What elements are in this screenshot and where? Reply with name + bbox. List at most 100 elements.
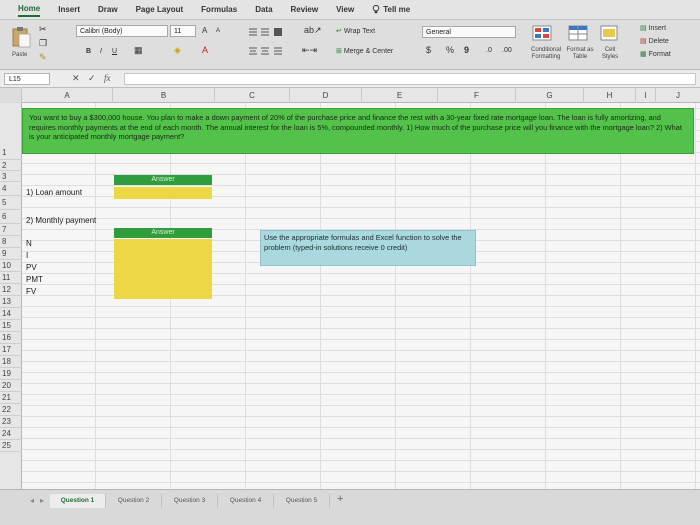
column-header-e[interactable]: E [362, 88, 438, 103]
column-header-b[interactable]: B [113, 88, 215, 103]
answer-header-1[interactable]: Answer [114, 175, 212, 185]
tab-view[interactable]: View [336, 3, 354, 16]
indent-icon[interactable]: ⇤⇥ [302, 46, 317, 55]
row-header[interactable]: 13 [0, 296, 22, 308]
tab-home[interactable]: Home [18, 2, 41, 17]
cell-grid[interactable]: You want to buy a $300,000 house. You pl… [22, 103, 700, 489]
answer-header-2[interactable]: Answer [114, 228, 212, 238]
row-header[interactable]: 17 [0, 344, 22, 356]
cut-icon[interactable]: ✂ [39, 25, 47, 34]
name-box[interactable]: L15 [4, 73, 50, 85]
row-header[interactable]: 16 [0, 332, 22, 344]
decrease-decimal-icon[interactable]: .00 [502, 46, 512, 55]
tab-data[interactable]: Data [255, 3, 272, 16]
prev-sheet-icon[interactable]: ◂ [30, 496, 34, 505]
tell-me-box[interactable]: Tell me [372, 3, 410, 16]
delete-cells-button[interactable]: ▤ Delete [640, 37, 669, 46]
answer-cell-monthly-payment[interactable] [114, 239, 212, 299]
row-header[interactable]: 14 [0, 308, 22, 320]
select-all-corner[interactable] [0, 88, 22, 103]
sheet-tab-question-5[interactable]: Question 5 [274, 494, 330, 508]
column-header-d[interactable]: D [290, 88, 362, 103]
row-header[interactable]: 11 [0, 272, 22, 284]
align-center-icon[interactable] [248, 46, 284, 56]
label-pmt[interactable]: PMT [26, 275, 43, 284]
format-painter-icon[interactable]: ✎ [39, 53, 47, 62]
format-table-icon[interactable] [568, 25, 588, 41]
label-n[interactable]: N [26, 239, 32, 248]
answer-cell-loan-amount[interactable] [114, 187, 212, 199]
currency-button[interactable]: $ [426, 46, 431, 55]
row-header[interactable]: 15 [0, 320, 22, 332]
underline-button[interactable]: U [112, 47, 117, 56]
tab-review[interactable]: Review [291, 3, 319, 16]
row-header[interactable]: 19 [0, 368, 22, 380]
tab-page-layout[interactable]: Page Layout [136, 3, 184, 16]
increase-decimal-icon[interactable]: .0 [486, 46, 492, 55]
sheet-tab-question-1[interactable]: Question 1 [50, 494, 106, 508]
row-header[interactable]: 9 [0, 248, 22, 260]
row-header[interactable]: 25 [0, 440, 22, 452]
insert-cells-button[interactable]: ▤ Insert [640, 24, 666, 33]
column-header-f[interactable]: F [438, 88, 516, 103]
confirm-icon[interactable]: ✓ [88, 73, 96, 84]
format-cells-button[interactable]: ▦ Format [640, 50, 671, 59]
sheet-tab-question-4[interactable]: Question 4 [218, 494, 274, 508]
row-header[interactable]: 21 [0, 392, 22, 404]
borders-icon[interactable]: ▦ [134, 46, 143, 55]
comma-button[interactable]: 9 [464, 46, 469, 55]
font-color-icon[interactable]: A [202, 46, 208, 55]
paste-icon[interactable] [10, 25, 32, 49]
number-format-dropdown[interactable]: General [422, 26, 516, 38]
orientation-icon[interactable]: ab↗ [304, 26, 322, 35]
problem-statement-cell[interactable]: You want to buy a $300,000 house. You pl… [22, 108, 694, 154]
row-header[interactable]: 5 [0, 196, 22, 210]
column-header-a[interactable]: A [22, 88, 113, 103]
decrease-font-button[interactable]: A [216, 27, 220, 36]
row-header[interactable]: 23 [0, 416, 22, 428]
sheet-tab-question-3[interactable]: Question 3 [162, 494, 218, 508]
align-top-icon[interactable] [248, 27, 284, 37]
italic-button[interactable]: I [100, 47, 102, 56]
row-header[interactable]: 4 [0, 182, 22, 196]
label-i[interactable]: I [26, 251, 28, 260]
column-header-c[interactable]: C [215, 88, 290, 103]
row-header[interactable]: 1 [0, 103, 22, 160]
instructions-note[interactable]: Use the appropriate formulas and Excel f… [260, 230, 476, 266]
label-pv[interactable]: PV [26, 263, 37, 272]
wrap-text-button[interactable]: ↵ Wrap Text [336, 27, 375, 36]
row-header[interactable]: 22 [0, 404, 22, 416]
tab-formulas[interactable]: Formulas [201, 3, 237, 16]
label-fv[interactable]: FV [26, 287, 36, 296]
row-header[interactable]: 3 [0, 171, 22, 182]
cell-styles-icon[interactable] [600, 25, 618, 41]
fill-color-icon[interactable]: ◈ [174, 46, 181, 55]
column-header-g[interactable]: G [516, 88, 584, 103]
row-header[interactable]: 7 [0, 224, 22, 236]
row-header[interactable]: 24 [0, 428, 22, 440]
percent-button[interactable]: % [446, 46, 454, 55]
sheet-tab-question-2[interactable]: Question 2 [106, 494, 162, 508]
font-size-dropdown[interactable]: 11 [170, 25, 196, 37]
row-header[interactable]: 18 [0, 356, 22, 368]
add-sheet-icon[interactable]: + [337, 493, 343, 505]
column-header-i[interactable]: I [636, 88, 656, 103]
row-header[interactable]: 12 [0, 284, 22, 296]
formula-input[interactable] [124, 73, 696, 85]
row-header[interactable]: 10 [0, 260, 22, 272]
bold-button[interactable]: B [86, 47, 91, 56]
next-sheet-icon[interactable]: ▸ [40, 496, 44, 505]
loan-amount-label[interactable]: 1) Loan amount [26, 188, 82, 197]
tab-draw[interactable]: Draw [98, 3, 118, 16]
row-header[interactable]: 2 [0, 160, 22, 171]
row-header[interactable]: 20 [0, 380, 22, 392]
column-header-j[interactable]: J [656, 88, 700, 103]
font-name-dropdown[interactable]: Calibri (Body) [76, 25, 168, 37]
row-header[interactable]: 6 [0, 210, 22, 224]
merge-center-button[interactable]: ⊞ Merge & Center [336, 47, 393, 56]
monthly-payment-label[interactable]: 2) Monthly payment [26, 216, 96, 225]
insert-function-icon[interactable]: fx [104, 73, 111, 84]
increase-font-button[interactable]: A [202, 26, 207, 35]
row-header[interactable]: 8 [0, 236, 22, 248]
cancel-icon[interactable]: ✕ [72, 73, 80, 84]
